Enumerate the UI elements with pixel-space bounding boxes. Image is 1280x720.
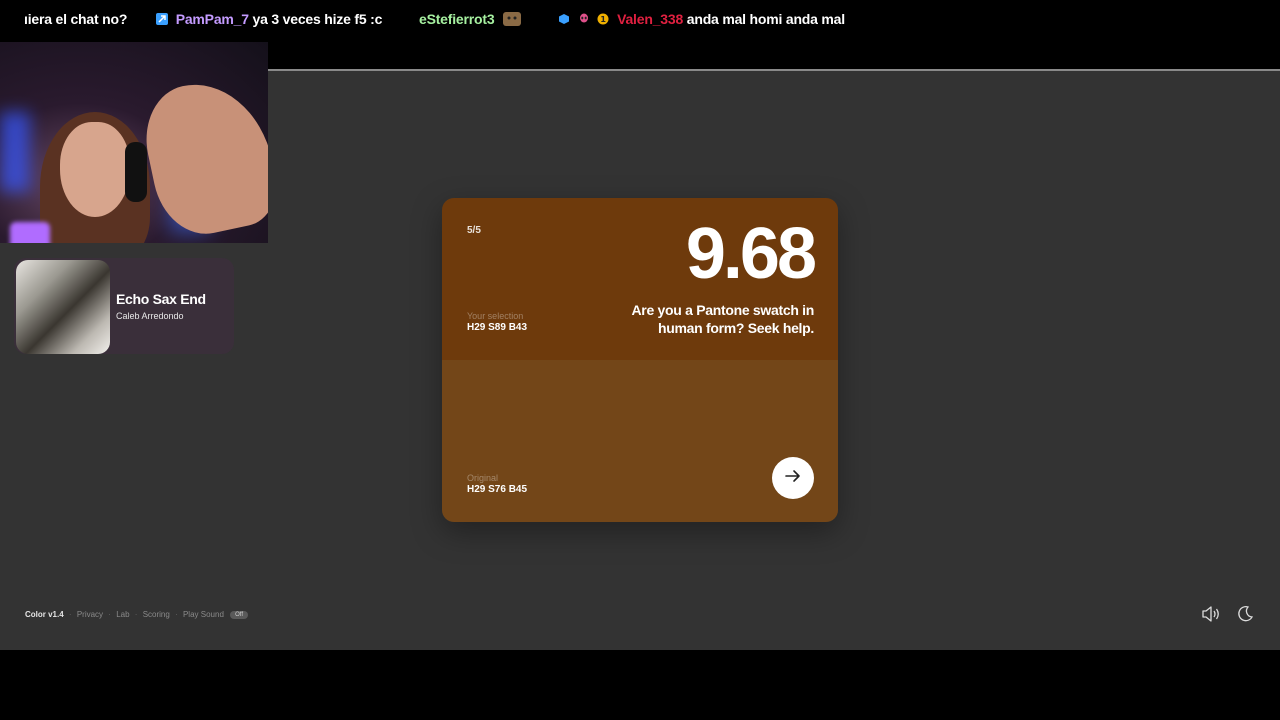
original-value: H29 S76 B45 xyxy=(467,484,528,495)
chat-message: eStefierrot3 xyxy=(419,11,526,27)
theme-toggle-button[interactable] xyxy=(1234,605,1256,627)
chat-username[interactable]: PamPam_7 xyxy=(176,11,249,27)
app-version: Color v1.4 xyxy=(25,610,64,619)
footer-link-play-sound[interactable]: Play Sound xyxy=(183,610,224,619)
footer-link-privacy[interactable]: Privacy xyxy=(77,610,103,619)
badge-icon xyxy=(156,12,168,25)
alien-badge-icon xyxy=(578,12,590,24)
sound-button[interactable] xyxy=(1200,605,1222,627)
footer-link-lab[interactable]: Lab xyxy=(116,610,129,619)
track-title: Echo Sax End xyxy=(116,291,206,307)
chat-username[interactable]: eStefierrot3 xyxy=(419,11,495,27)
chat-text: anda mal homi anda mal xyxy=(686,11,845,27)
footer-link-scoring[interactable]: Scoring xyxy=(143,610,170,619)
chat-ticker: ıiera el chat no? PamPam_7 ya 3 veces hi… xyxy=(0,0,1280,40)
cube-badge-icon xyxy=(558,12,570,24)
footer: Color v1.4 · Privacy · Lab · Scoring · P… xyxy=(25,610,249,619)
now-playing-widget: Echo Sax End Caleb Arredondo xyxy=(14,258,234,354)
selection-value: H29 S89 B43 xyxy=(467,322,528,333)
moon-icon xyxy=(1236,605,1254,628)
webcam-overlay xyxy=(0,42,268,243)
chat-username[interactable]: Valen_338 xyxy=(617,11,683,27)
svg-text:1: 1 xyxy=(601,15,607,24)
next-button[interactable] xyxy=(772,457,814,499)
result-card: 5/5 9.68 Are you a Pantone swatch in hum… xyxy=(442,198,838,522)
chat-message: PamPam_7 ya 3 veces hize f5 :c xyxy=(156,11,382,27)
chat-message: ıiera el chat no? xyxy=(24,11,127,27)
track-artist: Caleb Arredondo xyxy=(116,311,184,321)
result-message: Are you a Pantone swatch in human form? … xyxy=(631,302,815,336)
sound-toggle-pill[interactable]: Off xyxy=(230,611,249,619)
bottom-letterbox xyxy=(0,650,1280,720)
selection-label: Your selection xyxy=(467,311,524,321)
coin-badge-icon: 1 xyxy=(597,12,609,25)
selection-swatch: 5/5 9.68 Are you a Pantone swatch in hum… xyxy=(442,198,838,360)
chat-text: ya 3 veces hize f5 :c xyxy=(252,11,383,27)
speaker-icon xyxy=(1201,605,1221,628)
original-label: Original xyxy=(467,473,499,483)
original-swatch: Original H29 S76 B45 xyxy=(442,360,838,522)
emote-icon xyxy=(502,11,522,27)
album-art xyxy=(16,260,110,354)
round-counter: 5/5 xyxy=(467,225,481,236)
chat-text: ıiera el chat no? xyxy=(24,11,128,27)
chat-message: 1 Valen_338 anda mal homi anda mal xyxy=(558,11,845,27)
score: 9.68 xyxy=(685,214,817,294)
arrow-right-icon xyxy=(785,469,801,488)
